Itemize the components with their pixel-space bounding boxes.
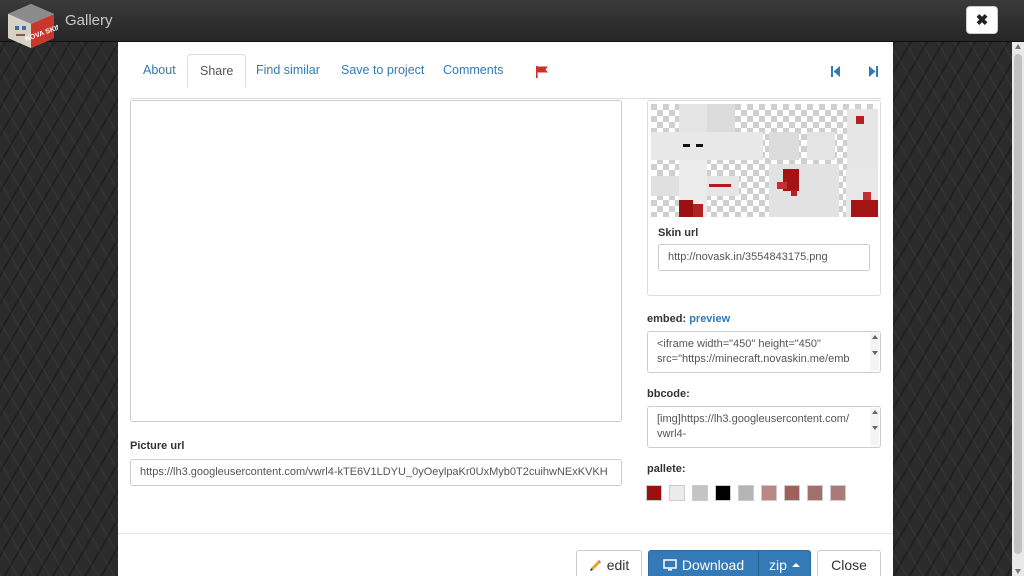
skin-panel: Skin url http://novask.in/3554843175.png [647,100,881,296]
skin-modal: About Share Find similar Save to project… [118,42,893,576]
embed-preview-link[interactable]: preview [689,313,730,325]
color-swatch[interactable] [830,485,846,501]
close-button[interactable]: Close [817,550,881,576]
embed-code-textarea[interactable]: <iframe width="450" height="450" src="ht… [647,331,881,373]
bbcode-label: bbcode: [647,388,690,400]
tab-share[interactable]: Share [187,54,247,88]
scroll-up-arrow-icon[interactable] [1015,44,1021,49]
skin-3d-preview[interactable] [130,100,622,422]
flag-icon[interactable] [535,66,549,78]
novaskin-logo[interactable]: NOVA SKIN [4,2,58,50]
tab-find-similar[interactable]: Find similar [244,54,332,87]
embed-label-text: embed: [647,313,687,325]
skin-url-field[interactable]: http://novask.in/3554843175.png [658,244,870,271]
color-swatch[interactable] [646,485,662,501]
embed-code-text: <iframe width="450" height="450" src="ht… [657,338,850,365]
bbcode-textarea[interactable]: [img]https://lh3.googleusercontent.com/ … [647,406,881,448]
tab-save-to-project[interactable]: Save to project [329,54,436,87]
color-swatch[interactable] [761,485,777,501]
bbcode-textarea-scrollbar[interactable] [870,408,879,446]
download-button[interactable]: Download [648,550,759,576]
top-bar: NOVA SKIN Gallery ✖ [0,0,1024,48]
tab-comments[interactable]: Comments [431,54,515,87]
close-icon: ✖ [975,12,989,29]
tab-bar: About Share Find similar Save to project… [130,54,881,99]
tab-about[interactable]: About [131,54,188,87]
skip-forward-icon[interactable] [867,65,879,78]
pencil-icon [589,559,601,571]
picture-url-field[interactable]: https://lh3.googleusercontent.com/vwrl4-… [130,459,622,486]
skip-to-start-icon[interactable] [830,65,842,78]
color-swatch[interactable] [738,485,754,501]
bbcode-text: [img]https://lh3.googleusercontent.com/ … [657,413,849,440]
skin-texture-image [651,104,878,217]
caret-up-icon [791,563,800,567]
embed-label: embed: preview [647,313,730,325]
edit-button-label: edit [606,557,630,573]
download-format-label: zip [769,557,787,573]
embed-textarea-scrollbar[interactable] [870,333,879,371]
footer-divider [118,533,893,534]
color-swatch[interactable] [715,485,731,501]
scroll-down-arrow-icon[interactable] [1015,569,1021,574]
pallete-label: pallete: [647,463,686,475]
picture-url-label: Picture url [130,440,185,452]
page-scrollbar[interactable] [1012,42,1024,576]
download-format-dropdown[interactable]: zip [758,550,811,576]
color-swatch[interactable] [784,485,800,501]
app-title: Gallery [65,12,113,29]
color-swatch[interactable] [692,485,708,501]
skin-url-label: Skin url [658,227,699,239]
download-button-label: Download [681,557,745,573]
close-gallery-button[interactable]: ✖ [966,6,998,34]
color-swatch[interactable] [669,485,685,501]
monitor-icon [663,559,677,571]
edit-button[interactable]: edit [576,550,642,576]
color-swatch[interactable] [807,485,823,501]
scroll-thumb[interactable] [1014,54,1022,554]
